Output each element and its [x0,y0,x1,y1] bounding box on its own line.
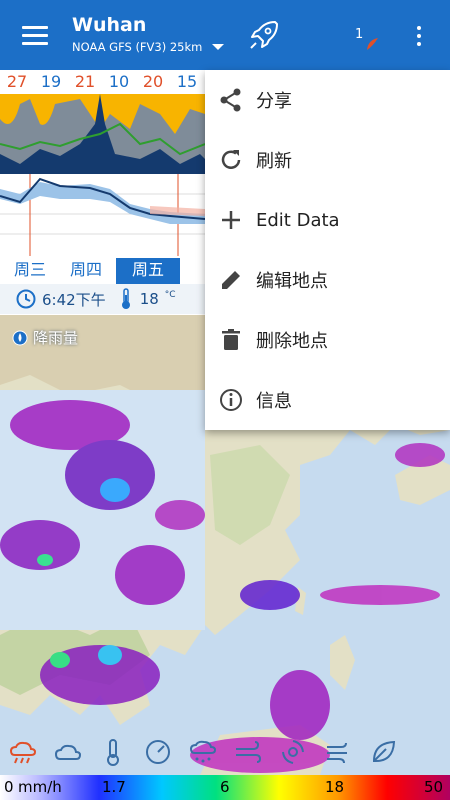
model-selector[interactable]: NOAA GFS (FV3) 25km [72,40,242,54]
current-temp: 18 [139,290,159,308]
menu-item-edit-location[interactable]: 编辑地点 [205,250,450,310]
layer-label-text: 降雨量 [33,329,79,347]
clock-icon [16,289,36,309]
plus-icon [222,211,240,229]
gauge-icon [145,740,170,764]
menu-item-info[interactable]: 信息 [205,370,450,430]
layer-storm[interactable] [270,732,315,772]
temperature-chart [0,174,205,256]
gust-icon [326,742,347,764]
menu-item-refresh[interactable]: 刷新 [205,130,450,190]
location-selector[interactable]: Wuhan NOAA GFS (FV3) 25km [72,14,242,54]
dropdown-caret-icon [212,44,225,50]
layer-gusts[interactable] [315,732,360,772]
temp-label: 15 [176,72,198,91]
menu-item-label: 删除地点 [256,331,328,352]
delete-icon [222,329,240,350]
rocket-icon[interactable] [247,18,281,52]
menu-item-edit-data[interactable]: Edit Data [205,190,450,250]
day-tab[interactable]: 周四 [60,258,112,284]
model-label: NOAA GFS (FV3) 25km [72,40,203,54]
thermometer-icon [121,288,130,309]
layer-clouds[interactable] [45,732,90,772]
wind-icon [235,741,261,763]
moon-icon[interactable] [364,36,380,52]
forecast-panel[interactable]: 27 19 21 10 20 15 周三 周四 周五 6:42下午 18 °C [0,70,205,315]
precipitation-icon [12,330,28,345]
legend-unit: mm/h [18,778,62,796]
rain-cloud-icon [9,741,36,764]
menu-item-delete-location[interactable]: 删除地点 [205,310,450,370]
app-bar: Wuhan NOAA GFS (FV3) 25km 1 [0,0,450,70]
location-title: Wuhan [72,14,147,36]
info-icon [220,389,242,411]
app-root: 降雨量 27 19 21 10 20 15 周三 周四 周五 6:42下午 18… [0,0,450,800]
layer-temperature[interactable] [90,732,135,772]
legend-tick: 18 [325,778,345,796]
thermometer-icon [106,739,119,766]
temp-label: 19 [40,72,62,91]
temp-label: 21 [74,72,96,91]
layer-label: 降雨量 [12,327,78,348]
edit-icon [222,271,240,289]
temp-unit: °C [164,290,176,300]
storm-icon [281,740,304,764]
layer-humidity[interactable] [360,732,405,772]
layer-toolbar [0,732,450,772]
current-conditions: 6:42下午 18 °C [0,284,205,314]
overflow-menu-icon[interactable] [412,24,426,48]
layer-precip[interactable] [0,732,45,772]
menu-item-label: 刷新 [256,151,292,172]
menu-item-label: Edit Data [256,209,340,231]
day-tab-active[interactable]: 周五 [116,258,180,284]
menu-item-label: 编辑地点 [256,271,328,292]
legend-tick: 0 [4,778,14,796]
cloud-icon [54,744,81,760]
menu-icon[interactable] [22,26,48,46]
notification-count: 1 [355,27,364,42]
layer-snow[interactable] [180,732,225,772]
refresh-icon [221,150,241,169]
layer-pressure[interactable] [135,732,180,772]
legend-tick: 50 [424,778,444,796]
day-selector: 周三 周四 周五 [0,258,205,284]
current-time: 6:42下午 [42,290,106,309]
menu-item-label: 信息 [256,391,292,412]
legend-tick: 6 [220,778,230,796]
temp-label: 27 [6,72,28,91]
temp-label: 20 [142,72,164,91]
menu-item-label: 分享 [256,91,292,112]
temp-label: 10 [108,72,130,91]
menu-item-share[interactable]: 分享 [205,70,450,130]
snow-cloud-icon [189,740,216,763]
leaf-icon [372,740,395,763]
temperature-row: 27 19 21 10 20 15 [0,70,205,94]
share-icon [220,88,241,112]
day-tab[interactable]: 周三 [4,258,56,284]
precipitation-chart [0,94,205,174]
layer-wind[interactable] [225,732,270,772]
precipitation-legend: 0 mm/h 1.7 6 18 50 [0,775,450,800]
legend-tick: 1.7 [102,778,126,796]
overflow-menu: 分享 刷新 Edit Data 编辑地点 删除地点 信息 [205,70,450,430]
